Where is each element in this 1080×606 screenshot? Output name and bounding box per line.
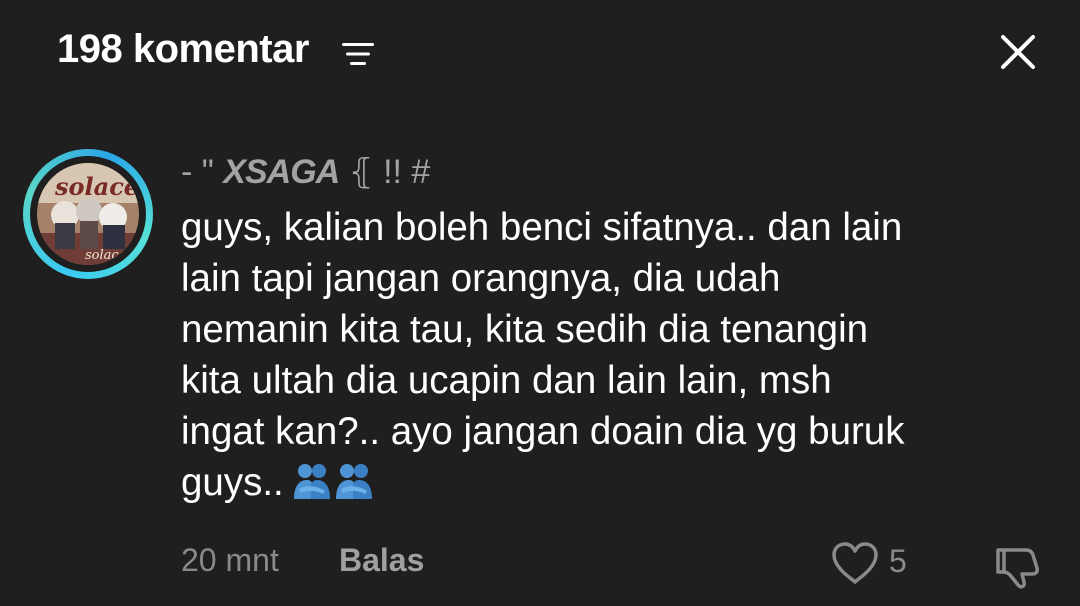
people-hugging-emoji	[293, 464, 330, 499]
username-brand: XSAGA	[223, 153, 340, 191]
comments-header: 198 komentar	[0, 0, 1080, 110]
like-count: 5	[889, 543, 907, 579]
thumbs-down-icon[interactable]	[992, 542, 1042, 590]
avatar-image: solace solace	[37, 163, 139, 265]
avatar[interactable]: solace solace	[23, 149, 153, 279]
comment-username[interactable]: - " XSAGA ⦃ !! #	[181, 152, 430, 192]
people-hugging-emoji-pair	[292, 461, 376, 514]
comment-body: guys, kalian boleh benci sifatnya.. dan …	[181, 202, 1051, 514]
comment-count-title: 198 komentar	[57, 27, 309, 71]
comment-item: solace solace - " XSAGA ⦃ !! # guys, kal…	[0, 140, 1080, 606]
reply-button[interactable]: Balas	[339, 542, 424, 579]
people-hugging-emoji	[335, 464, 372, 499]
close-icon[interactable]	[996, 30, 1040, 74]
comment-timestamp: 20 mnt	[181, 542, 279, 578]
username-prefix: - "	[181, 153, 224, 191]
filter-icon[interactable]	[341, 40, 375, 68]
heart-icon[interactable]	[830, 540, 880, 586]
comment-meta: 20 mnt Balas 5	[0, 540, 1080, 590]
comment-body-text: guys, kalian boleh benci sifatnya.. dan …	[181, 206, 905, 504]
username-suffix: ⦃ !! #	[339, 153, 431, 191]
